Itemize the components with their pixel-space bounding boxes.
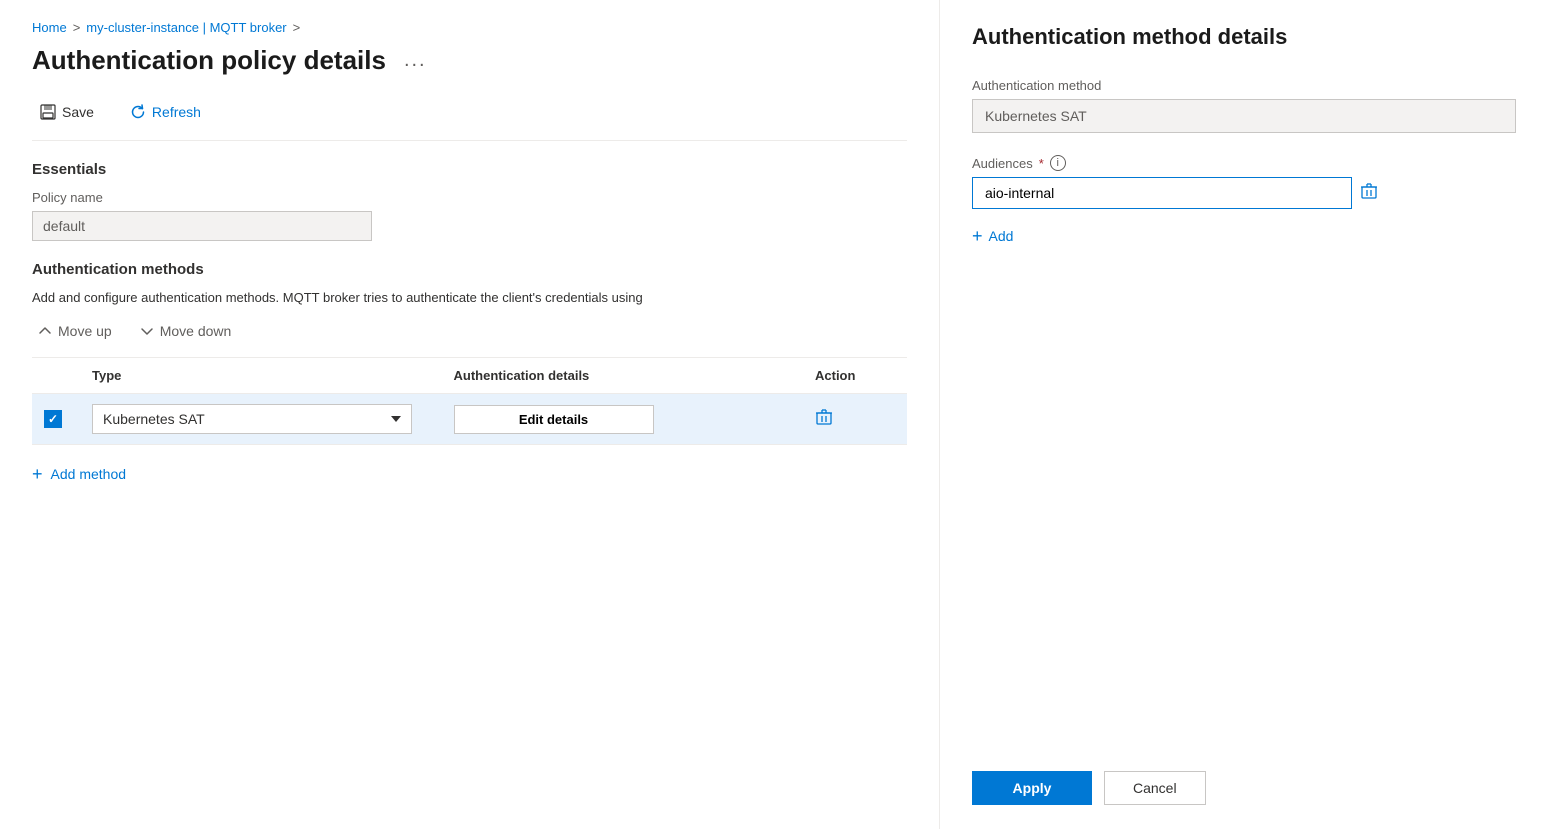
table-row: Kubernetes SAT Edit details <box>32 394 907 445</box>
add-audience-button[interactable]: + Add <box>972 223 1516 249</box>
col-header-type: Type <box>92 368 454 383</box>
toolbar-divider <box>32 140 907 141</box>
table-header: Type Authentication details Action <box>32 358 907 394</box>
row-type: Kubernetes SAT <box>92 404 454 434</box>
move-up-icon <box>38 324 52 338</box>
col-header-action: Action <box>815 368 895 383</box>
toolbar: Save Refresh <box>32 100 907 124</box>
audience-input[interactable] <box>972 177 1352 209</box>
move-up-label: Move up <box>58 323 112 339</box>
audience-row <box>972 177 1516 209</box>
essentials-title: Essentials <box>32 161 907 178</box>
col-header-auth-details: Authentication details <box>454 368 816 383</box>
refresh-icon <box>130 104 146 120</box>
refresh-label: Refresh <box>152 104 201 120</box>
move-down-label: Move down <box>160 323 232 339</box>
auth-method-value: Kubernetes SAT <box>972 99 1516 133</box>
left-panel: Home > my-cluster-instance | MQTT broker… <box>0 0 940 829</box>
ellipsis-button[interactable]: ... <box>398 47 433 74</box>
add-audience-plus-icon: + <box>972 227 983 245</box>
audiences-label-container: Audiences * i <box>972 155 1516 171</box>
auth-methods-desc: Add and configure authentication methods… <box>32 290 907 305</box>
col-header-checkbox <box>44 368 92 383</box>
audiences-label-text: Audiences <box>972 156 1033 171</box>
breadcrumb-sep1: > <box>73 20 81 35</box>
row-checkbox[interactable] <box>44 410 92 428</box>
breadcrumb-home[interactable]: Home <box>32 20 67 35</box>
move-down-icon <box>140 324 154 338</box>
move-down-button[interactable]: Move down <box>134 319 238 343</box>
policy-name-value: default <box>32 211 372 241</box>
chevron-down-icon <box>391 416 401 422</box>
right-panel-footer: Apply Cancel <box>972 751 1516 805</box>
delete-row-icon[interactable] <box>815 413 833 430</box>
auth-method-label: Authentication method <box>972 78 1516 93</box>
move-up-button[interactable]: Move up <box>32 319 118 343</box>
audience-delete-icon[interactable] <box>1360 182 1378 205</box>
add-method-label: Add method <box>51 466 127 482</box>
page-title: Authentication policy details <box>32 45 386 76</box>
type-dropdown-value: Kubernetes SAT <box>103 411 205 427</box>
checked-checkbox[interactable] <box>44 410 62 428</box>
save-icon <box>40 104 56 120</box>
add-audience-label: Add <box>989 228 1014 244</box>
page-title-container: Authentication policy details ... <box>32 45 907 76</box>
policy-name-label: Policy name <box>32 190 907 205</box>
row-action <box>815 408 895 431</box>
move-controls: Move up Move down <box>32 319 907 343</box>
breadcrumb: Home > my-cluster-instance | MQTT broker… <box>32 20 907 35</box>
row-auth-details: Edit details <box>454 405 816 434</box>
type-dropdown[interactable]: Kubernetes SAT <box>92 404 412 434</box>
audiences-info-icon[interactable]: i <box>1050 155 1066 171</box>
save-button[interactable]: Save <box>32 100 102 124</box>
refresh-button[interactable]: Refresh <box>122 100 209 124</box>
save-label: Save <box>62 104 94 120</box>
auth-methods-title: Authentication methods <box>32 261 907 278</box>
add-method-button[interactable]: + Add method <box>32 461 126 487</box>
breadcrumb-cluster[interactable]: my-cluster-instance | MQTT broker <box>86 20 286 35</box>
right-panel: Authentication method details Authentica… <box>940 0 1548 829</box>
add-method-plus-icon: + <box>32 465 43 483</box>
apply-button[interactable]: Apply <box>972 771 1092 805</box>
breadcrumb-sep2: > <box>293 20 301 35</box>
edit-details-button[interactable]: Edit details <box>454 405 654 434</box>
cancel-button[interactable]: Cancel <box>1104 771 1206 805</box>
right-panel-title: Authentication method details <box>972 24 1516 50</box>
required-star: * <box>1039 156 1044 171</box>
